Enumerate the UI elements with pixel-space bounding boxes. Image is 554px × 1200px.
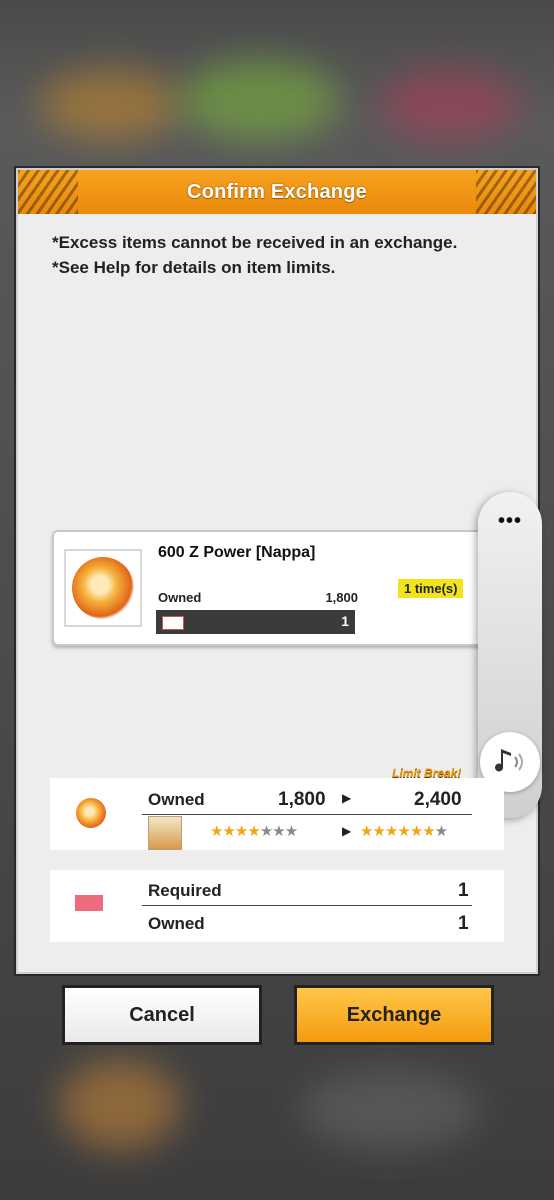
background-blur [40, 70, 180, 140]
star-icon: ★ [222, 823, 235, 840]
owned-label: Owned [148, 790, 205, 809]
background-blur [180, 60, 340, 140]
star-icon: ★ [372, 823, 385, 840]
floating-side-panel: ••• [478, 492, 542, 818]
owned-from: 1,800 [278, 789, 326, 810]
star-rating-from: ★★★★★★★ [210, 822, 298, 840]
ticket-icon [72, 892, 106, 914]
star-icon: ★ [272, 823, 285, 840]
item-name: 600 Z Power [Nappa] [158, 544, 316, 561]
character-thumbnail [148, 816, 182, 850]
dialog-title: Confirm Exchange [187, 180, 367, 203]
ticket-bar: 1 [156, 610, 355, 634]
header-stripes [18, 170, 78, 214]
star-icon: ★ [234, 823, 248, 840]
header-stripes [476, 170, 536, 214]
background-blur [380, 70, 520, 140]
divider [142, 814, 472, 815]
star-icon: ★ [409, 823, 423, 840]
owned-value: 1 [458, 913, 469, 934]
star-icon: ★ [210, 823, 223, 840]
owned-to: 2,400 [414, 789, 462, 810]
background-blur [60, 1060, 180, 1150]
more-menu-icon[interactable]: ••• [478, 510, 542, 533]
cancel-button[interactable]: Cancel [62, 985, 262, 1045]
owned-label: Owned [148, 914, 205, 933]
item-thumbnail [64, 549, 142, 627]
star-icon: ★ [360, 823, 373, 840]
star-icon: ★ [284, 823, 298, 840]
power-panel: Owned 1,800 ▶ 2,400 ★★★★★★★ ▶ ★★★★★★★ [50, 778, 504, 850]
arrow-right-icon: ▶ [342, 824, 352, 838]
requirement-panel: Required 1 Owned 1 [50, 870, 504, 942]
z-power-orb-icon [76, 798, 106, 828]
star-icon: ★ [259, 823, 273, 840]
ticket-count: 1 [341, 613, 349, 629]
star-icon: ★ [422, 823, 435, 840]
z-power-orb-icon [72, 557, 134, 619]
dialog-header: Confirm Exchange [18, 170, 536, 214]
owned-label: Owned [158, 590, 202, 605]
exchange-button[interactable]: Exchange [294, 985, 494, 1045]
notes: *Excess items cannot be received in an e… [52, 230, 457, 280]
required-value: 1 [458, 880, 469, 901]
divider [142, 905, 472, 906]
note-line: *See Help for details on item limits. [52, 258, 336, 277]
star-icon: ★ [397, 823, 410, 840]
star-icon: ★ [384, 823, 398, 840]
times-badge: 1 time(s) [398, 579, 464, 598]
required-label: Required [148, 881, 222, 900]
item-card[interactable]: 600 Z Power [Nappa] 1 time(s) Owned 1,80… [52, 530, 511, 646]
star-icon: ★ [247, 823, 260, 840]
owned-value: 1,800 [325, 590, 358, 605]
star-rating-to: ★★★★★★★ [360, 822, 448, 840]
star-icon: ★ [434, 823, 448, 840]
ticket-icon [162, 616, 184, 630]
background-blur [300, 1070, 480, 1150]
note-line: *Excess items cannot be received in an e… [52, 233, 458, 252]
confirm-exchange-dialog: Confirm Exchange *Excess items cannot be… [16, 168, 542, 974]
arrow-right-icon: ▶ [342, 791, 352, 805]
